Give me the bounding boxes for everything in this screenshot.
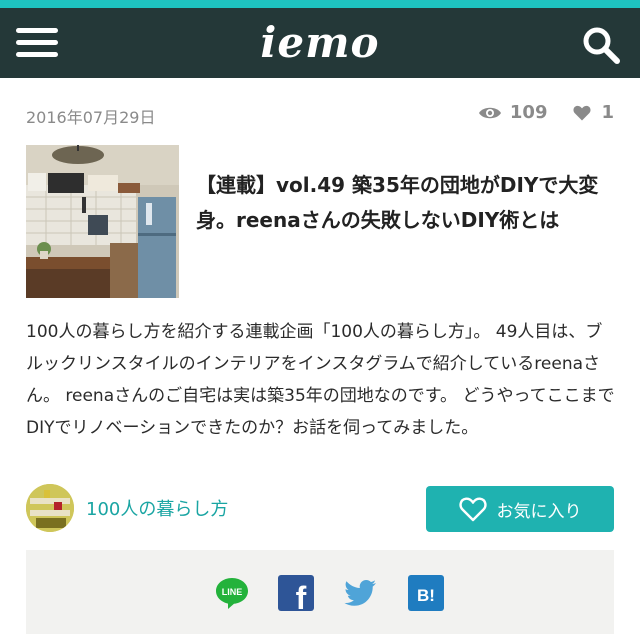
favorite-button[interactable]: お気に入り xyxy=(426,486,614,532)
favorite-button-label: お気に入り xyxy=(496,501,582,522)
site-logo[interactable]: iemo xyxy=(0,18,640,68)
view-count: 109 xyxy=(509,102,548,123)
app-header: iemo xyxy=(0,8,640,78)
like-count: 1 xyxy=(601,102,614,123)
author-name[interactable]: 100人の暮らし方 xyxy=(86,495,228,521)
svg-text:LINE: LINE xyxy=(222,587,243,597)
heart-outline-icon xyxy=(458,497,487,522)
hatena-bookmark-icon[interactable]: B! xyxy=(408,575,444,611)
avatar[interactable] xyxy=(26,484,74,532)
accent-stripe xyxy=(0,0,640,8)
post-stats: 109 1 xyxy=(478,102,614,123)
heart-icon xyxy=(573,105,591,120)
article-title[interactable]: 【連載】vol.49 築35年の団地がDIYで大変身。reenaさんの失敗しない… xyxy=(196,168,621,238)
svg-text:B!: B! xyxy=(417,586,435,605)
facebook-icon[interactable]: f xyxy=(278,575,314,616)
article-thumbnail[interactable] xyxy=(26,145,179,298)
search-icon[interactable] xyxy=(580,24,622,66)
line-icon[interactable]: LINE xyxy=(214,575,250,611)
post-date: 2016年07月29日 xyxy=(26,108,156,127)
svg-text:f: f xyxy=(296,580,307,611)
article-description: 100人の暮らし方を紹介する連載企画「100人の暮らし方」。 49人目は、ブルッ… xyxy=(26,322,615,438)
share-bar: LINE f B! xyxy=(26,550,614,634)
twitter-icon[interactable] xyxy=(342,575,378,611)
eye-icon xyxy=(478,107,501,118)
author-link[interactable]: 100人の暮らし方 xyxy=(26,484,228,532)
